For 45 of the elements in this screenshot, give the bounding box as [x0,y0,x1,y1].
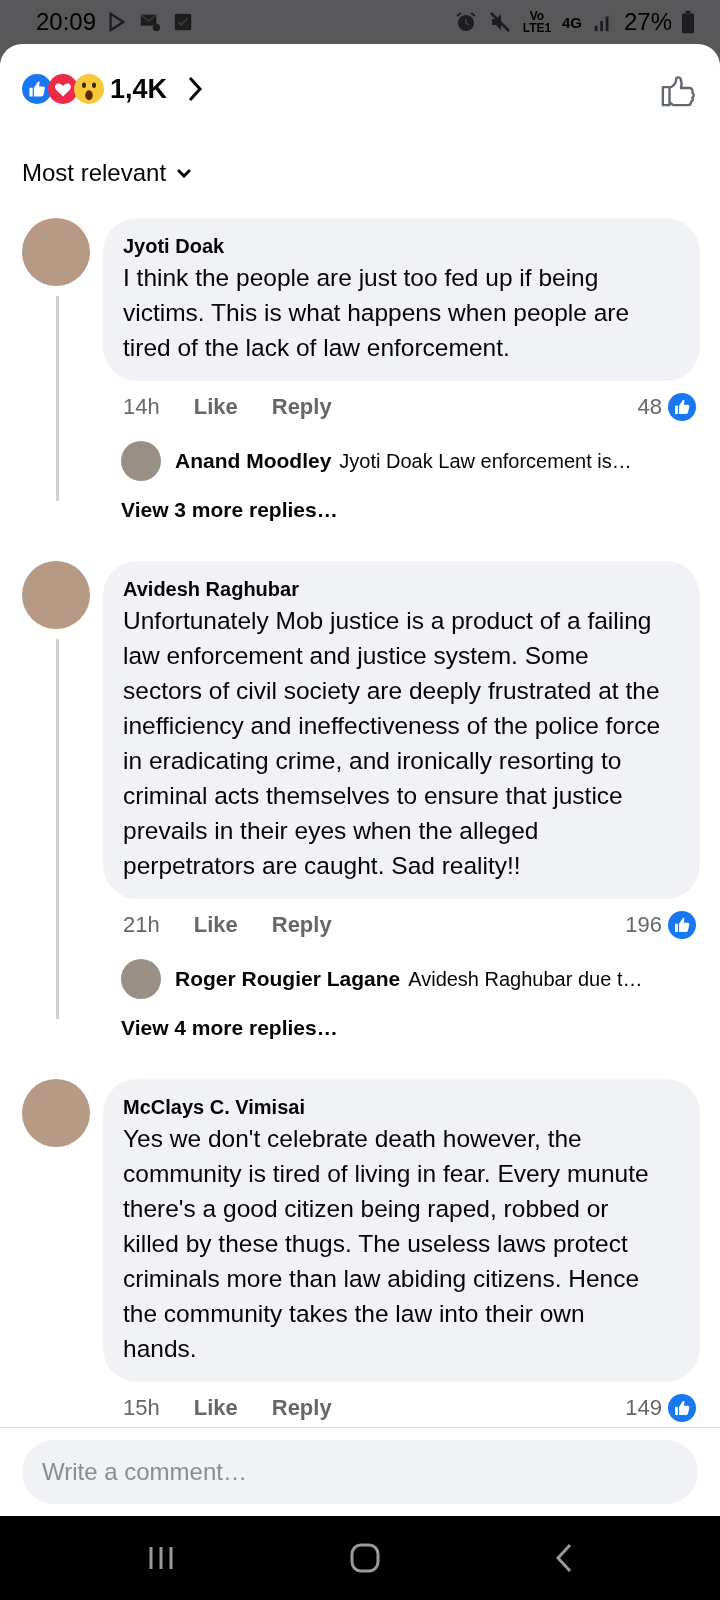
reply-author[interactable]: Roger Rougier Lagane [175,967,401,991]
surprised-face-icon [74,74,104,104]
view-more-replies-link[interactable]: View 3 more replies… [121,489,338,531]
network-label: 4G [561,13,582,31]
reply-link[interactable]: Reply [271,1395,332,1421]
like-count: 149 [625,1395,662,1421]
comment-text: Unfortunately Mob justice is a product of a failing law enforcement and justice system. Some sectors of civil society are deeply frustrated at the inefficiency and ineffectiveness of the police force in eradicating crime, and ironically resorting to criminal acts themselves to ensure that justice prevails in their eyes when the alleged perpetrators are caught. Sad reality!! [123,606,662,881]
comment-time: 15h [123,1395,160,1421]
like-count: 196 [625,912,662,938]
like-count: 48 [637,394,662,420]
mute-icon [487,10,512,34]
view-more-replies-link[interactable]: View 4 more replies… [121,1007,338,1049]
reaction-count[interactable]: 1,4K [110,73,168,105]
comment-text: Yes we don't celebrate death however, the community is tired of living in fear. Every munute there's a good citizen being raped, robbed or killed by these thugs. The useless laws protect criminals more than law abiding citizens. Hence the community takes the law into their own hands. [123,1124,650,1364]
chevron-right-icon [187,75,204,103]
like-reaction-icon [668,911,696,939]
like-link[interactable]: Like [193,394,238,420]
comment-time: 14h [123,394,160,420]
comment-input[interactable]: Write a comment… [22,1440,698,1504]
reply-text[interactable]: Jyoti Doak Law enforcement is… [339,449,632,473]
reply-author[interactable]: Anand Moodley [175,449,332,473]
comment-text: I think the people are just too fed up if being victims. This is what happens when people are tired of the lack of law enforcement. [123,263,631,363]
battery-icon [682,10,694,34]
home-icon [349,1542,381,1574]
avatar[interactable] [121,959,161,999]
volte-label: Vo LTE1 [521,10,552,34]
like-reaction-icon [22,74,52,104]
like-reaction-icon [668,393,696,421]
battery-percent: 27% [623,8,672,36]
author-name[interactable]: McClays C. Vimisai [123,1093,664,1121]
like-link[interactable]: Like [193,1395,238,1421]
author-name[interactable]: Jyoti Doak [123,232,664,260]
chevron-down-icon [176,168,193,178]
like-reaction-icon [668,1394,696,1422]
comment-time: 21h [123,912,160,938]
heart-reaction-icon [48,74,78,104]
avatar[interactable] [121,441,161,481]
reply-link[interactable]: Reply [271,394,332,420]
author-name[interactable]: Avidesh Raghubar [123,575,664,603]
sort-dropdown[interactable]: Most relevant [22,138,193,208]
back-icon [553,1542,574,1574]
reply-link[interactable]: Reply [271,912,332,938]
clock-time: 20:09 [36,8,97,36]
reply-text[interactable]: Avidesh Raghubar due t… [408,967,643,991]
like-link[interactable]: Like [193,912,238,938]
